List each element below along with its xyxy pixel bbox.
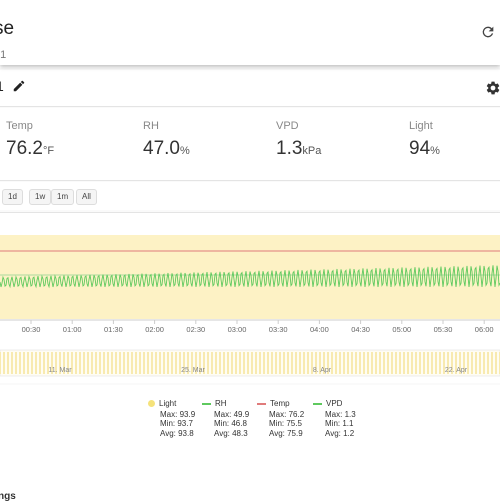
page-subtitle: 51 [0,49,7,61]
stat-label: VPD [276,120,299,132]
legend-item-light[interactable]: Light Max: 93.9 Min: 93.7 Avg: 93.8 [148,399,195,438]
refresh-icon[interactable] [480,24,496,40]
app-header: se 51 [0,0,500,65]
legend-swatch [313,402,322,405]
max-value: 93.9 [179,409,196,419]
min-label: Min: [214,419,230,428]
avg-value: 48.3 [232,428,248,438]
x-tick-label: 05:00 [392,325,411,334]
stat-unit: % [179,145,190,157]
device-name: 1 [0,78,4,94]
min-label: Min: [160,419,176,428]
navigator-tick-label: 11. Mar [48,367,72,374]
stat-value: 94 [409,138,431,159]
legend-name: RH [215,399,227,408]
stat-rh: RH 47.0% [143,120,190,160]
stat-temp: Temp 76.2°F [6,120,54,160]
min-label: Min: [325,419,341,428]
max-value: 76.2 [288,409,305,419]
x-tick-label: 02:00 [145,325,164,334]
navigator-tick-label: 22. Apr [445,367,468,374]
max-value: 49.9 [233,409,250,419]
range-button-1d[interactable]: 1d [2,189,23,205]
avg-value: 75.9 [287,428,303,438]
legend-swatch [148,400,155,408]
legend-item-vpd[interactable]: VPD Max: 1.3 Min: 1.1 Avg: 1.2 [313,399,356,438]
stat-label: Light [409,120,433,132]
min-value: 75.5 [286,419,302,428]
x-tick-label: 05:30 [434,325,453,334]
stat-label: RH [143,120,159,132]
x-tick-label: 06:00 [475,325,494,334]
avg-label: Avg: [269,428,285,438]
stat-light: Light 94% [409,120,440,160]
range-selector [0,182,500,210]
stat-vpd: VPD 1.3kPa [276,120,321,160]
range-button-1w[interactable]: 1w [29,189,52,205]
stat-value: 76.2 [6,138,43,159]
legend-swatch [202,402,211,405]
legend-item-rh[interactable]: RH Max: 49.9 Min: 46.8 Avg: 48.3 [202,399,249,438]
range-button-all[interactable]: All [76,189,97,205]
navigator-tick-label: 8. Apr [313,367,332,374]
x-tick-label: 00:30 [22,325,41,334]
stat-value: 1.3 [276,138,303,159]
min-value: 1.1 [342,419,354,428]
page-title: se [0,18,15,39]
x-tick-label: 04:30 [351,325,370,334]
max-label: Max: [160,409,178,419]
settings-heading: ngs [0,491,16,502]
avg-value: 93.8 [178,428,194,438]
x-tick-label: 01:30 [104,325,123,334]
x-tick-label: 03:00 [228,325,247,334]
avg-label: Avg: [214,428,230,438]
x-tick-label: 04:00 [310,325,329,334]
stat-unit: kPa [302,145,322,157]
edit-pencil-icon[interactable] [12,79,26,93]
max-label: Max: [214,409,232,419]
stat-value: 47.0 [143,138,180,159]
min-value: 93.7 [177,419,193,428]
x-tick-label: 02:30 [186,325,205,334]
legend-name: VPD [326,399,343,408]
max-label: Max: [269,409,287,419]
legend-swatch [257,402,266,405]
x-tick-label: 01:00 [63,325,82,334]
min-value: 46.8 [231,419,247,428]
stat-unit: % [430,145,440,157]
min-label: Min: [269,419,285,428]
avg-label: Avg: [160,428,176,438]
legend-panel [0,385,500,500]
stat-label: Temp [6,120,33,132]
navigator-chart[interactable]: 11. Mar 25. Mar 8. Apr 22. Apr [0,345,500,381]
settings-gear-icon[interactable] [485,80,500,96]
navigator-frame [0,349,500,377]
x-tick-label: 03:30 [269,325,288,334]
navigator-tick-label: 25. Mar [181,367,205,374]
legend-name: Light [159,399,177,408]
legend-name: Temp [270,399,290,408]
max-value: 1.3 [344,409,356,419]
stat-unit: °F [42,145,55,157]
main-chart[interactable]: 00:30 01:00 01:30 02:00 02:30 03:00 03:30 04:00… [0,212,500,337]
avg-label: Avg: [325,428,341,438]
max-label: Max: [325,409,343,419]
avg-value: 1.2 [343,428,355,438]
range-button-1m[interactable]: 1m [51,189,75,205]
legend-item-temp[interactable]: Temp Max: 76.2 Min: 75.5 Avg: 75.9 [257,399,304,438]
device-name-row [0,70,500,107]
